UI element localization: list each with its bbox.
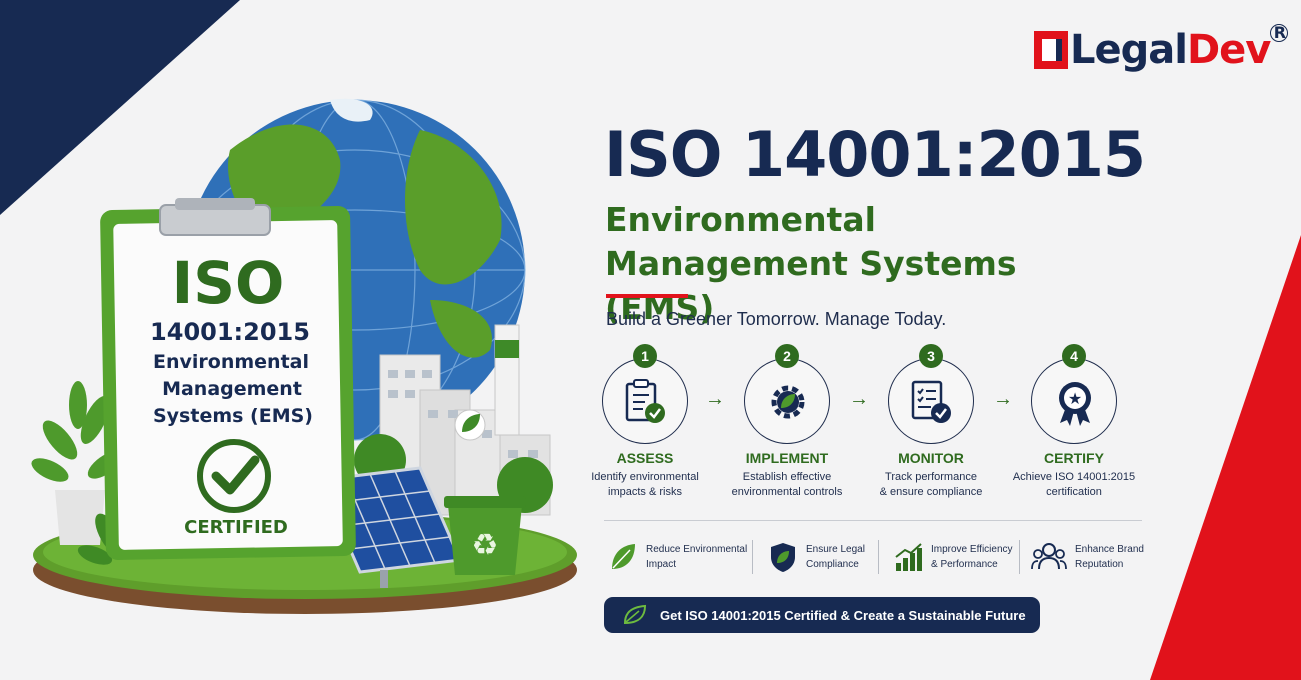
- step-icon-circle: ★: [1031, 358, 1117, 444]
- accent-divider: [606, 294, 688, 298]
- clipboard-line4: Management: [162, 378, 302, 400]
- clipboard-standard-text: 14001:2015: [150, 318, 310, 346]
- step-description: Track performance & ensure compliance: [856, 470, 1006, 500]
- hero-illustration: ♻ ISO 14001:2015 Environmental Managemen…: [31, 98, 577, 614]
- growth-chart-icon: [895, 543, 922, 571]
- step-desc-line2: certification: [1046, 486, 1102, 498]
- benefit-line1: Improve Efficiency: [931, 544, 1013, 555]
- benefit-label: Improve Efficiency & Performance: [931, 542, 1023, 572]
- step-description: Achieve ISO 14001:2015 certification: [999, 470, 1149, 500]
- people-icon: [1031, 543, 1067, 570]
- get-certified-button[interactable]: Get ISO 14001:2015 Certified & Create a …: [604, 597, 1040, 633]
- arrow-right-icon: →: [993, 388, 1013, 410]
- benefit-label: Ensure Legal Compliance: [806, 542, 896, 572]
- logo-wordmark: LegalDev R: [1070, 24, 1289, 73]
- step-icon-circle: [888, 358, 974, 444]
- benefit-separator: [878, 540, 879, 574]
- benefit-separator: [1019, 540, 1020, 574]
- step-desc-line2: & ensure compliance: [879, 486, 983, 498]
- benefit-label: Enhance Brand Reputation: [1075, 542, 1155, 572]
- recycle-icon: ♻: [472, 528, 499, 563]
- legaldev-logo[interactable]: LegalDev R: [1034, 24, 1289, 76]
- svg-text:★: ★: [1068, 389, 1082, 408]
- step-number: 2: [775, 344, 799, 368]
- logo-text-dev: Dev: [1186, 27, 1271, 73]
- step-desc-line1: Achieve ISO 14001:2015: [1012, 471, 1136, 483]
- benefit-label: Reduce Environmental Impact: [646, 542, 756, 572]
- step-number: 4: [1062, 344, 1086, 368]
- benefit-brand-reputation: Enhance Brand Reputation: [1031, 538, 1155, 576]
- benefit-line2: Impact: [646, 559, 677, 570]
- logo-mark-icon: [1034, 31, 1068, 69]
- step-number: 3: [919, 344, 943, 368]
- clipboard-certified-label: CERTIFIED: [184, 517, 288, 538]
- page-title: ISO 14001:2015: [604, 118, 1146, 191]
- benefit-line1: Enhance Brand: [1075, 544, 1144, 555]
- benefit-separator: [752, 540, 753, 574]
- step-icon-circle: [744, 358, 830, 444]
- benefit-line2: & Performance: [931, 559, 998, 570]
- step-title: MONITOR: [898, 450, 964, 466]
- step-title: IMPLEMENT: [745, 450, 829, 466]
- clipboard-check-icon: [911, 380, 951, 423]
- step-description: Establish effective environmental contro…: [712, 470, 862, 500]
- step-desc-line1: Track performance: [885, 471, 977, 483]
- clipboard-iso-text: ISO: [172, 249, 285, 317]
- benefit-line1: Ensure Legal: [806, 544, 865, 555]
- checklist-icon: [625, 379, 665, 423]
- step-desc-line2: environmental controls: [731, 486, 843, 498]
- shield-leaf-icon: [771, 543, 795, 572]
- step-desc-line1: Establish effective: [742, 471, 832, 483]
- step-desc-line2: impacts & risks: [608, 486, 682, 498]
- gear-leaf-icon: [771, 385, 805, 419]
- arrow-right-icon: →: [705, 388, 725, 410]
- cta-label: Get ISO 14001:2015 Certified & Create a …: [660, 607, 1026, 623]
- benefit-line1: Reduce Environmental: [646, 544, 748, 555]
- benefit-legal-compliance: Ensure Legal Compliance: [768, 538, 896, 576]
- clipboard-line3: Environmental: [153, 351, 309, 373]
- section-divider: [604, 520, 1142, 521]
- step-title: ASSESS: [616, 450, 674, 466]
- benefit-line2: Reputation: [1075, 559, 1124, 570]
- leaf-badge-icon: [623, 604, 647, 625]
- benefit-line2: Compliance: [806, 559, 859, 570]
- step-number: 1: [633, 344, 657, 368]
- iso-certificate-clipboard: ISO 14001:2015 Environmental Management …: [100, 198, 356, 560]
- tagline: Build a Greener Tomorrow. Manage Today.: [606, 309, 947, 329]
- leaf-icon: [612, 544, 635, 569]
- award-ribbon-icon: ★: [1059, 382, 1091, 426]
- step-description: Identify environmental impacts & risks: [570, 470, 720, 500]
- logo-text-legal: Legal: [1070, 27, 1188, 73]
- benefit-efficiency: Improve Efficiency & Performance: [893, 538, 1023, 576]
- step-desc-line1: Identify environmental: [591, 471, 699, 483]
- benefit-reduce-impact: Reduce Environmental Impact: [608, 538, 756, 576]
- clipboard-line5: Systems (EMS): [153, 405, 313, 427]
- step-title: CERTIFY: [1044, 450, 1104, 466]
- arrow-right-icon: →: [849, 388, 869, 410]
- step-icon-circle: [602, 358, 688, 444]
